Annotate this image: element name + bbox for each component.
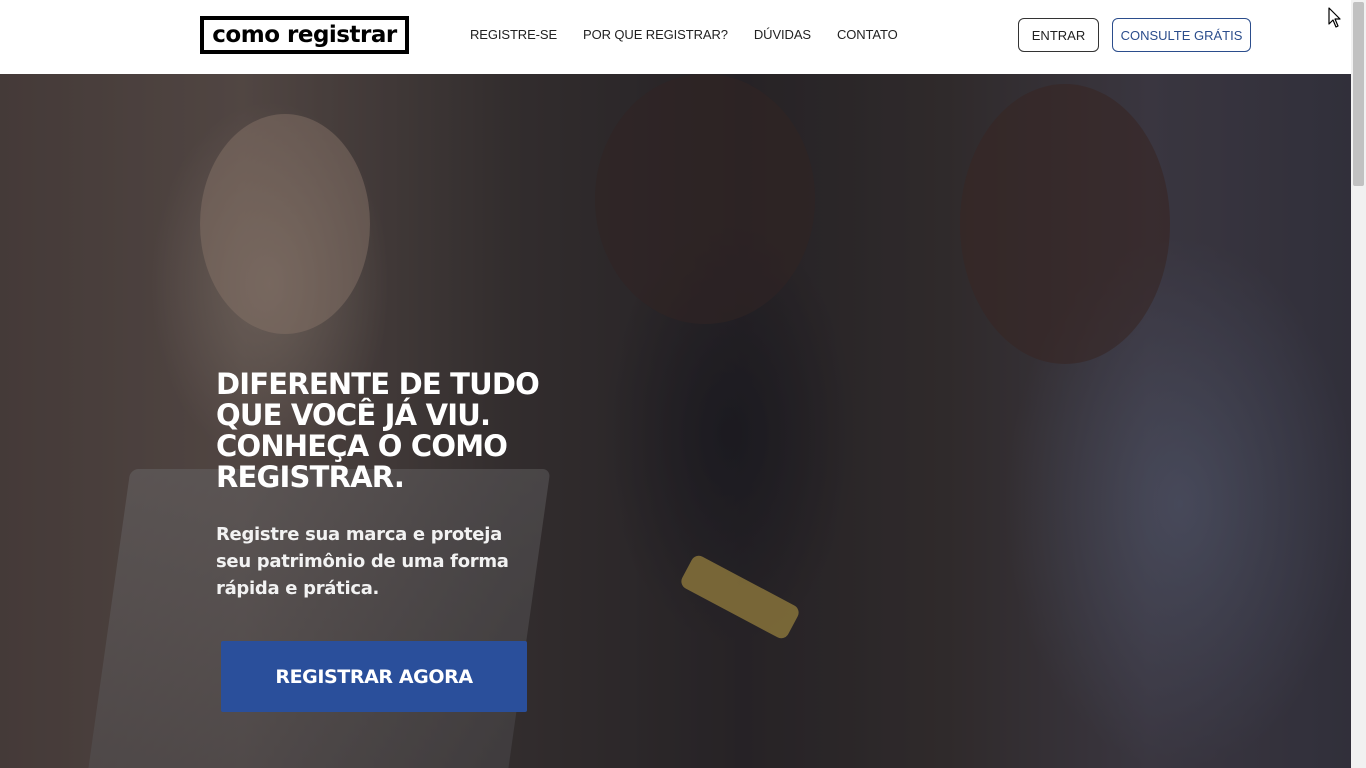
nav-item-registre-se[interactable]: REGISTRE-SE — [470, 27, 557, 42]
nav-item-contato[interactable]: CONTATO — [837, 27, 898, 42]
logo-text: como registrar — [212, 21, 397, 48]
hero-subtitle: Registre sua marca e proteja seu patrimô… — [216, 524, 509, 599]
nav-item-duvidas[interactable]: DÚVIDAS — [754, 27, 811, 42]
register-now-button[interactable]: REGISTRAR AGORA — [221, 641, 527, 712]
site-header: como registrar REGISTRE-SE POR QUE REGIS… — [0, 0, 1351, 74]
main-nav: REGISTRE-SE POR QUE REGISTRAR? DÚVIDAS C… — [470, 27, 924, 42]
consult-free-button[interactable]: CONSULTE GRÁTIS — [1112, 18, 1251, 52]
hero-title: DIFERENTE DE TUDO QUE VOCÊ JÁ VIU. CONHE… — [216, 367, 540, 494]
page-scrollbar[interactable] — [1351, 0, 1366, 768]
hero-overlay — [0, 74, 1351, 768]
login-button[interactable]: ENTRAR — [1018, 18, 1099, 52]
hero-section: DIFERENTE DE TUDO QUE VOCÊ JÁ VIU. CONHE… — [0, 74, 1351, 768]
hero-content: DIFERENTE DE TUDO QUE VOCÊ JÁ VIU. CONHE… — [216, 369, 546, 602]
scrollbar-thumb[interactable] — [1353, 2, 1364, 186]
nav-item-por-que-registrar[interactable]: POR QUE REGISTRAR? — [583, 27, 728, 42]
mouse-pointer-icon — [1328, 7, 1341, 28]
logo[interactable]: como registrar — [200, 16, 409, 54]
